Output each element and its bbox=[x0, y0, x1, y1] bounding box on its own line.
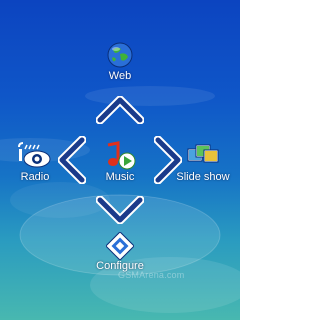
menu-item-radio-label: Radio bbox=[20, 171, 50, 183]
nav-down-arrow[interactable] bbox=[96, 196, 144, 224]
menu-item-music[interactable]: Music bbox=[95, 141, 145, 184]
menu-item-web[interactable]: Web bbox=[95, 40, 145, 83]
radio-icon bbox=[18, 142, 51, 168]
globe-icon bbox=[107, 42, 133, 68]
nav-up-arrow[interactable] bbox=[96, 96, 144, 124]
slideshow-icon bbox=[187, 144, 219, 163]
menu-item-configure[interactable]: Configure bbox=[90, 232, 150, 273]
configure-icon bbox=[106, 232, 134, 260]
menu-item-radio[interactable]: Radio bbox=[10, 141, 60, 184]
watermark: GSMArena.com bbox=[118, 270, 185, 280]
menu-item-web-label: Web bbox=[108, 70, 132, 82]
nav-left-arrow[interactable] bbox=[58, 136, 86, 184]
menu-item-slideshow-label: Slide show bbox=[176, 171, 230, 183]
music-icon bbox=[107, 141, 136, 170]
multimedia-menu-screen: Web Radio Music Slide show Configure GSM… bbox=[0, 0, 240, 320]
menu-item-music-label: Music bbox=[105, 171, 135, 183]
menu-item-slideshow[interactable]: Slide show bbox=[172, 141, 234, 184]
